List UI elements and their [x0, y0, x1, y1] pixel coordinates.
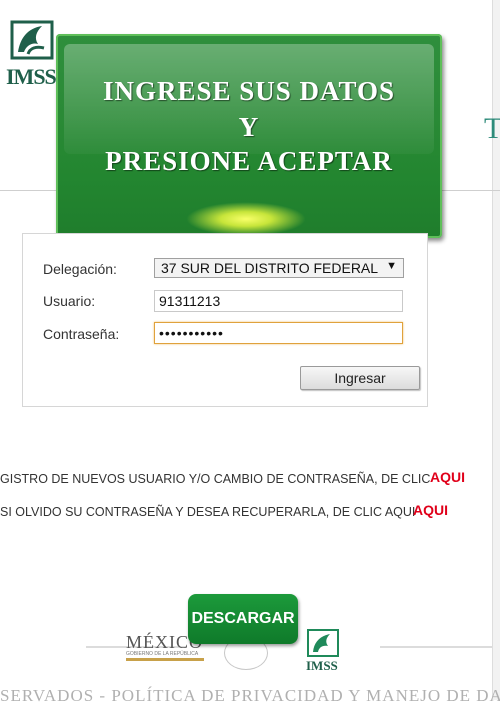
usuario-label: Usuario: [43, 293, 96, 309]
banner-glow [186, 202, 306, 236]
registro-text: GISTRO DE NUEVOS USUARIO Y/O CAMBIO DE C… [0, 472, 431, 486]
delegacion-selected-value: 37 SUR DEL DISTRITO FEDERAL [161, 260, 379, 276]
banner-line-2: Y [238, 112, 260, 142]
delegacion-label: Delegación: [43, 261, 117, 277]
imss-footer-text: IMSS [306, 658, 338, 673]
scrollbar-track[interactable] [492, 0, 500, 700]
dropdown-arrow-icon: ▼ [386, 260, 397, 272]
header-edge-letter: T [484, 112, 500, 145]
imss-eagle-icon [10, 20, 54, 60]
ingresar-button[interactable]: Ingresar [300, 366, 420, 390]
footer-policy-text[interactable]: SERVADOS - POLÍTICA DE PRIVACIDAD Y MANE… [0, 686, 500, 706]
mexico-sub: GOBIERNO DE LA REPÚBLICA [126, 651, 199, 657]
imss-logo: IMSS [6, 18, 60, 90]
olvido-aqui-link[interactable]: AQUI [413, 502, 448, 518]
banner-line-3: PRESIONE ACEPTAR [105, 146, 393, 176]
password-label: Contraseña: [43, 326, 120, 342]
registro-aqui-link[interactable]: AQUI [430, 469, 465, 485]
descargar-button[interactable]: DESCARGAR [188, 594, 298, 644]
instruction-banner: INGRESE SUS DATOS Y PRESIONE ACEPTAR [56, 34, 442, 238]
imss-footer-eagle-icon [307, 629, 339, 657]
olvido-text: SI OLVIDO SU CONTRASEÑA Y DESEA RECUPERA… [0, 505, 416, 519]
banner-line-1: INGRESE SUS DATOS [102, 76, 396, 106]
delegacion-select[interactable]: 37 SUR DEL DISTRITO FEDERAL ▼ [154, 258, 404, 278]
mexico-stripe [126, 658, 204, 661]
footer-divider-right [380, 646, 492, 648]
imss-footer-logo: IMSS [306, 628, 346, 674]
usuario-input[interactable]: 91311213 [154, 290, 403, 312]
password-input[interactable]: ••••••••••• [154, 322, 403, 344]
